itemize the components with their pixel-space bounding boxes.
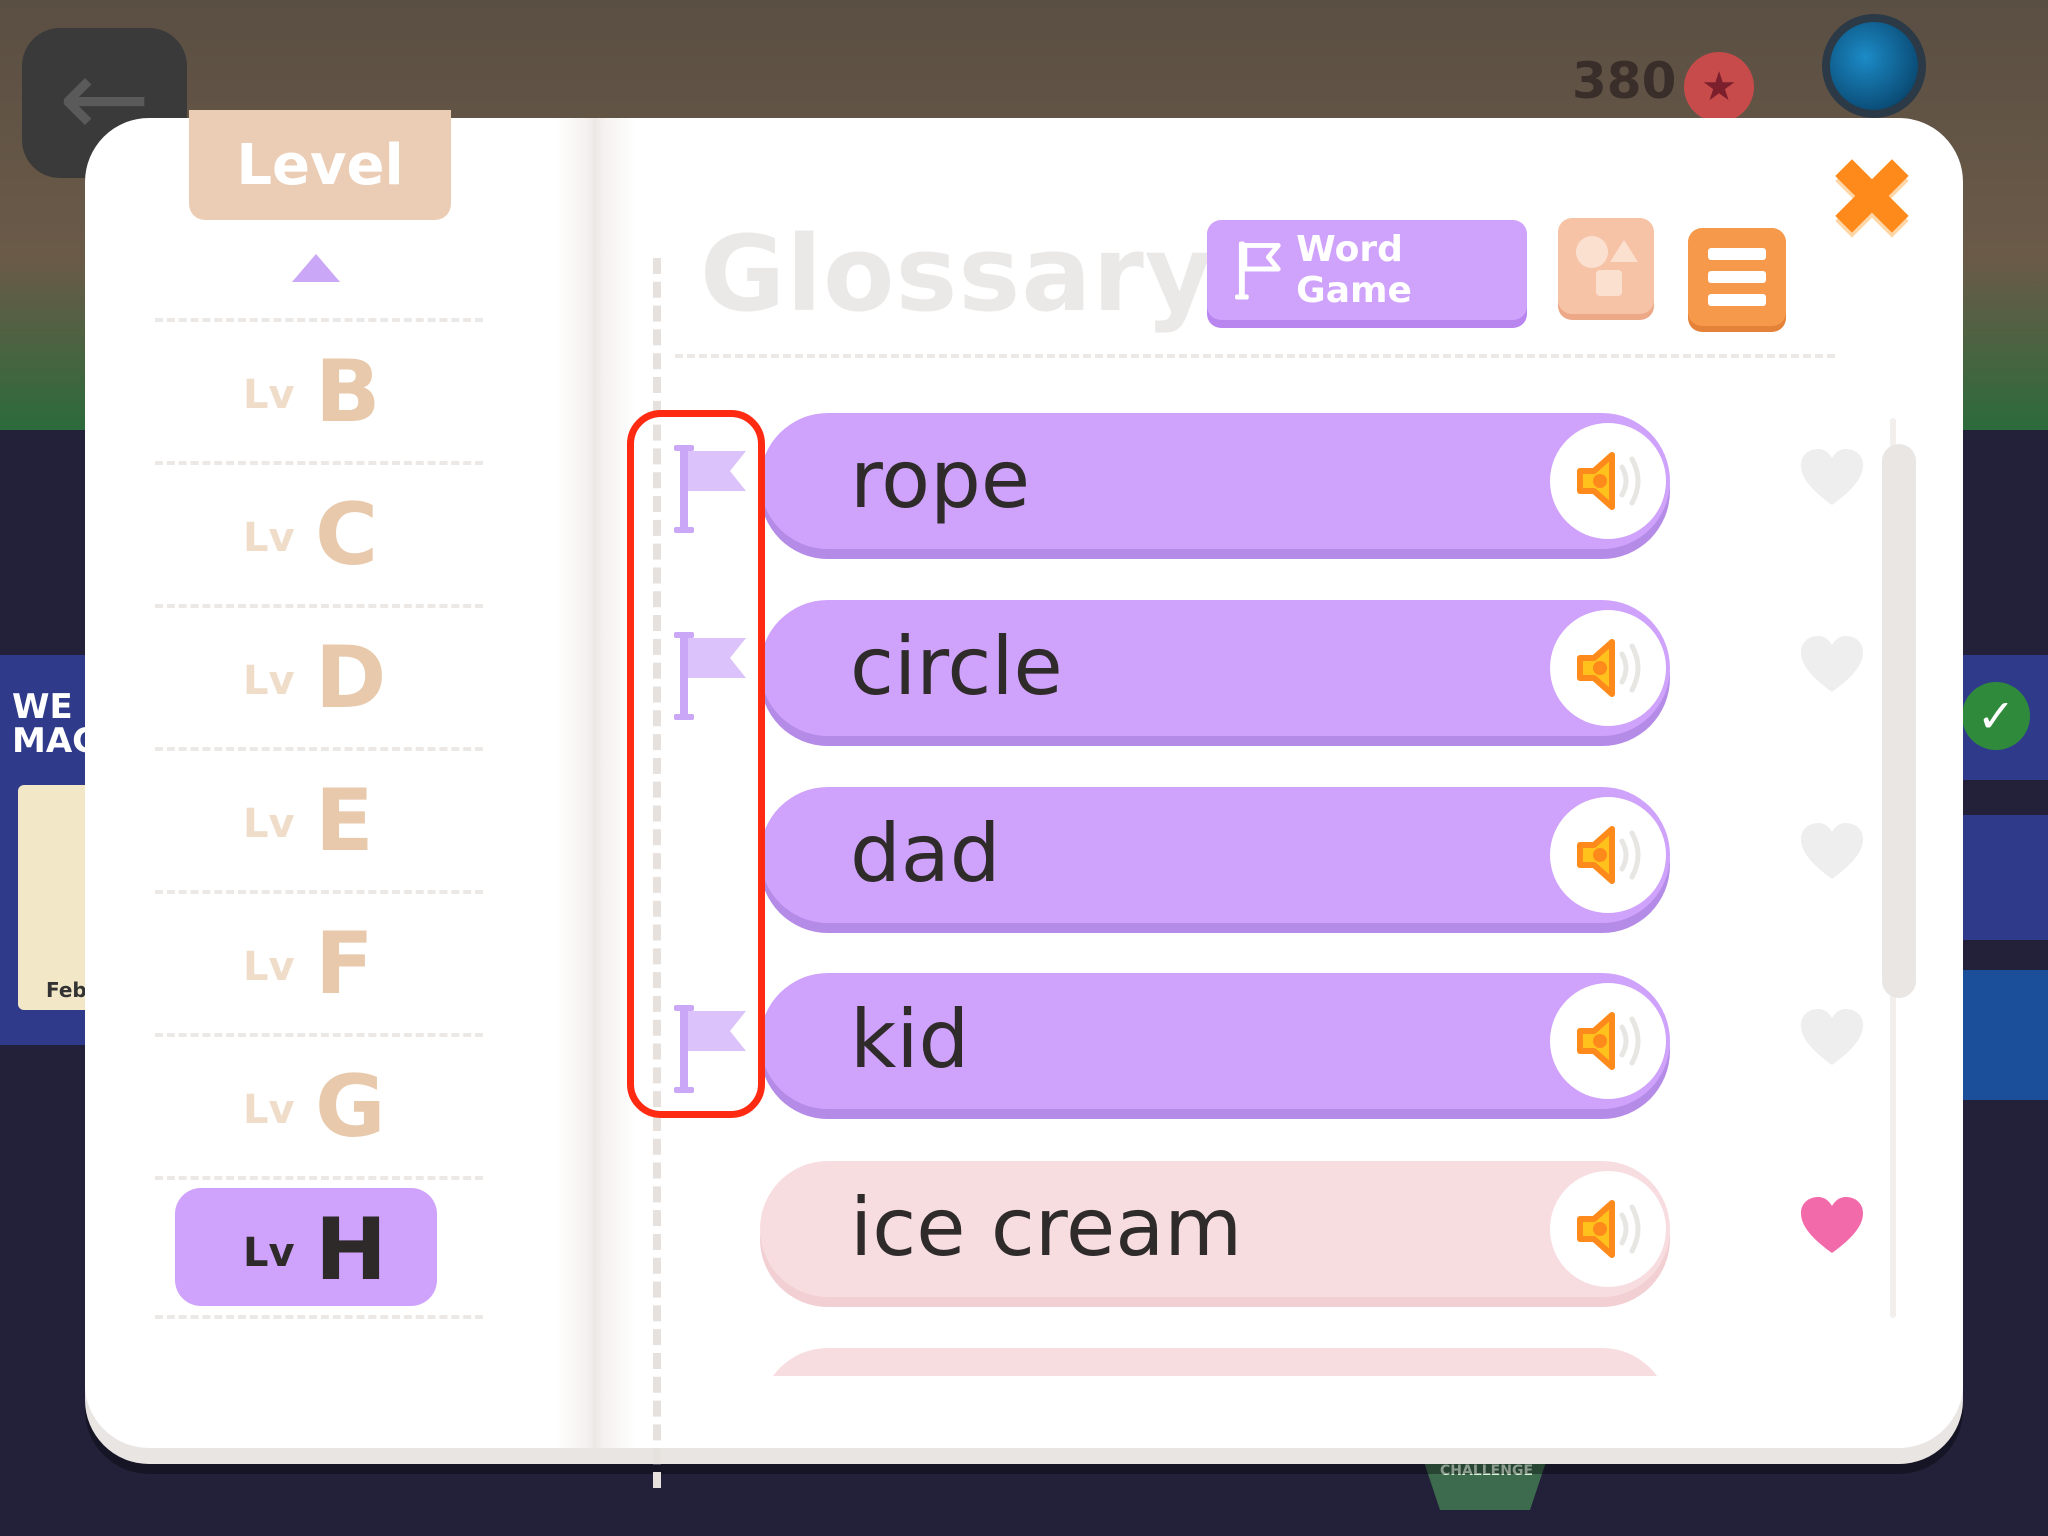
word-list: rope circle dad kid ice cream	[85, 118, 1963, 1376]
check-icon: ✓	[1962, 682, 2030, 750]
heart-icon[interactable]	[1797, 1191, 1867, 1261]
word-row-partial	[85, 1348, 1963, 1376]
heart-icon[interactable]	[1797, 443, 1867, 513]
word-card[interactable]	[760, 1348, 1670, 1376]
speaker-icon[interactable]	[1550, 610, 1666, 726]
side-panel-3[interactable]	[1960, 970, 2048, 1100]
flag-column-highlight	[627, 410, 765, 1118]
word-label: circle	[850, 620, 1063, 713]
word-row: kid	[85, 973, 1963, 1113]
word-label: rope	[850, 433, 1031, 526]
globe-icon[interactable]	[1822, 14, 1926, 118]
word-label: ice cream	[850, 1181, 1243, 1274]
word-row: ice cream	[85, 1161, 1963, 1301]
speaker-icon[interactable]	[1550, 423, 1666, 539]
heart-icon[interactable]	[1797, 1003, 1867, 1073]
coin-count: 380	[1572, 52, 1677, 110]
speaker-icon[interactable]	[1550, 797, 1666, 913]
word-row: rope	[85, 413, 1963, 553]
magazine-month: Feb	[46, 978, 87, 1002]
word-row: circle	[85, 600, 1963, 740]
speaker-icon[interactable]	[1550, 1171, 1666, 1287]
challenge-label: CHALLENGE	[1440, 1463, 1534, 1479]
star-icon[interactable]: ★	[1684, 52, 1754, 122]
word-label: dad	[850, 807, 1001, 900]
scrollbar-thumb[interactable]	[1882, 444, 1916, 998]
speaker-icon[interactable]	[1550, 983, 1666, 1099]
side-panel-2[interactable]	[1960, 815, 2048, 940]
heart-icon[interactable]	[1797, 817, 1867, 887]
word-label: kid	[850, 993, 970, 1086]
glossary-dialog: Level Lv B Lv C Lv D Lv E Lv F Lv G Lv H Glossary Wor…	[85, 110, 1963, 1488]
heart-icon[interactable]	[1797, 630, 1867, 700]
word-row: dad	[85, 787, 1963, 927]
